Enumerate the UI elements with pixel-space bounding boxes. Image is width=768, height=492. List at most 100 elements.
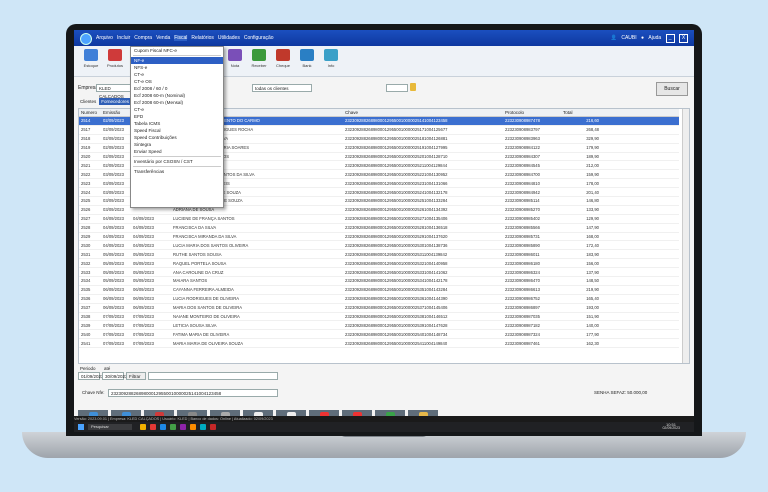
dropdown-item-0[interactable]: Cupom Fiscal NFC-e xyxy=(131,47,223,54)
dropdown-item-7[interactable]: Ecf 2008 60-m (Mensal) xyxy=(131,99,223,106)
table-row[interactable]: 2527 04/09/2023 04/09/2023 LUCIENE DE FRANÇ… xyxy=(79,214,679,224)
dropdown-item-10[interactable]: Tabela ICMS xyxy=(131,120,223,127)
table-row[interactable]: 2540 07/09/2023 07/09/2023 FATIMA MARIA DE … xyxy=(79,329,679,340)
taskbar-app-icon[interactable] xyxy=(200,424,206,430)
toolbar-button-6[interactable]: Nota xyxy=(224,49,246,68)
period-from-field[interactable]: 01/09/2023 xyxy=(78,372,104,380)
col-header-total[interactable]: Total xyxy=(561,109,601,117)
taskbar-app-icon[interactable] xyxy=(210,424,216,430)
dropdown-item-12[interactable]: Speed Contribuições xyxy=(131,134,223,141)
table-row[interactable]: 2534 05/09/2023 05/09/2023 MAIARA SANTOS 232… xyxy=(79,276,679,286)
table-row[interactable]: 2537 06/09/2023 06/09/2023 MARIA DOS SANTOS… xyxy=(79,303,679,313)
chave-right-text: SENHA SEFAZ: 50.000,00 xyxy=(594,390,648,395)
toolbar-button-1[interactable]: Produtos xyxy=(104,49,126,68)
toolbar-icon xyxy=(324,49,338,61)
empresa-field[interactable]: KLED CALÇADOS xyxy=(96,84,132,99)
dropdown-item-3[interactable]: CT-e xyxy=(131,71,223,78)
menu-item-4[interactable]: Fiscal xyxy=(174,35,188,41)
windows-start-icon[interactable] xyxy=(78,424,84,430)
dropdown-item-6[interactable]: Ecf 2008 60-m (Nominal) xyxy=(131,92,223,99)
cell-prot: 223230908987478 xyxy=(503,116,561,126)
col-header-numero[interactable]: Numero xyxy=(79,109,101,117)
user-name[interactable]: CAUBI xyxy=(621,35,636,41)
menu-item-7[interactable]: Configuração xyxy=(244,35,274,41)
cell-spacer xyxy=(601,187,679,198)
grid-scrollbar[interactable] xyxy=(682,109,689,363)
dropdown-item-1[interactable]: NF-e xyxy=(131,57,223,64)
menu-item-3[interactable]: Venda xyxy=(156,35,170,41)
chave-field[interactable]: 2323092882689800012955001000002514100412… xyxy=(108,389,278,397)
period-filter-button[interactable]: Filtrar xyxy=(126,372,146,380)
toolbar-button-10[interactable]: Info xyxy=(320,49,342,68)
taskbar-search-input[interactable]: Pesquisar xyxy=(88,424,132,430)
dropdown-separator xyxy=(133,156,221,157)
toolbar-label: Estoque xyxy=(83,63,99,68)
cell-prot: 223230908986011 xyxy=(503,249,561,260)
menu-item-5[interactable]: Relatórios xyxy=(191,35,214,41)
dropdown-item-14[interactable]: Enviar Speed xyxy=(131,148,223,155)
dropdown-item-16[interactable]: Transferências xyxy=(131,168,223,175)
dropdown-item-5[interactable]: Ecf 2008 / 60 / 0 xyxy=(131,85,223,92)
taskbar-app-icon[interactable] xyxy=(170,424,176,430)
col-header-emissao[interactable]: Emissão xyxy=(101,109,131,117)
table-row[interactable]: 2528 04/09/2023 04/09/2023 FRANCISCA DA SIL… xyxy=(79,223,679,233)
table-row[interactable]: 2533 05/09/2023 05/09/2023 ANA CAROLINE DA … xyxy=(79,267,679,278)
taskbar-app-icon[interactable] xyxy=(160,424,166,430)
cell-chave: 2323092882689800012955001000002536100414… xyxy=(343,294,503,304)
taskbar-app-icon[interactable] xyxy=(180,424,186,430)
taskbar-app-icon[interactable] xyxy=(150,424,156,430)
cell-chave: 2323092882689800012955001000002521100412… xyxy=(343,160,503,171)
help-label[interactable]: Ajuda xyxy=(648,35,661,41)
search-input[interactable] xyxy=(386,84,408,92)
table-row[interactable]: 2529 04/09/2023 04/09/2023 FRANCISCA MIRAND… xyxy=(79,232,679,242)
period-to-field[interactable]: 30/09/2023 xyxy=(102,372,128,380)
table-row[interactable]: 2539 07/09/2023 07/09/2023 LETICIA SOUSA SI… xyxy=(79,320,679,331)
cell-num: 2522 xyxy=(79,169,101,180)
tab-1[interactable]: Fornecedores xyxy=(99,98,132,105)
toolbar-label: Produtos xyxy=(106,63,123,68)
cell-emi2: 06/09/2023 xyxy=(131,294,171,304)
menu-item-2[interactable]: Compra xyxy=(134,35,152,41)
period-extra-field[interactable] xyxy=(148,372,278,380)
toolbar-label: Nota xyxy=(230,63,240,68)
app-screen: Arquivo Incluir Compra Venda Fiscal Relatório… xyxy=(74,30,694,432)
taskbar-app-icon[interactable] xyxy=(140,424,146,430)
toolbar-button-9[interactable]: Bank xyxy=(296,49,318,68)
dropdown-item-4[interactable]: CT-e OS xyxy=(131,78,223,85)
col-header-protocolo[interactable]: Protocolo xyxy=(503,109,561,117)
dropdown-item-15[interactable]: Inventário por CSOSN / CST xyxy=(131,158,223,165)
cell-total: 147,90 xyxy=(561,223,601,233)
dropdown-item-13[interactable]: Sintegra xyxy=(131,141,223,148)
status-select[interactable]: todas os clientes xyxy=(252,84,312,92)
cell-emi: 05/09/2023 xyxy=(101,267,131,278)
dropdown-item-11[interactable]: Speed Fiscal xyxy=(131,127,223,134)
taskbar-app-icon[interactable] xyxy=(190,424,196,430)
table-row[interactable]: 2538 07/09/2023 07/09/2023 NAIANE MONTEIRO … xyxy=(79,312,679,322)
close-button[interactable]: X xyxy=(679,34,688,43)
cell-emi: 06/09/2023 xyxy=(101,294,131,304)
dropdown-item-9[interactable]: EFD xyxy=(131,113,223,120)
menu-item-0[interactable]: Arquivo xyxy=(96,35,113,41)
dropdown-item-8[interactable]: CT-e xyxy=(131,106,223,113)
menu-item-6[interactable]: Utilidades xyxy=(218,35,240,41)
table-row[interactable]: 2541 07/09/2023 07/09/2023 MARIA MARIA DE O… xyxy=(79,338,679,349)
menu-item-1[interactable]: Incluir xyxy=(117,35,130,41)
search-icon[interactable] xyxy=(410,83,416,91)
chave-label: Chave Nfe: xyxy=(82,390,105,395)
toolbar-button-0[interactable]: Estoque xyxy=(80,49,102,68)
cell-total: 189,90 xyxy=(561,152,601,162)
table-row[interactable]: 2536 06/09/2023 06/09/2023 LUCIA RODRIGUES … xyxy=(79,294,679,304)
table-row[interactable]: 2531 05/09/2023 05/09/2023 RUTHE SANTOS SOU… xyxy=(79,249,679,260)
table-row[interactable]: 2530 04/09/2023 04/09/2023 LUCIA MARIA DOS … xyxy=(79,240,679,251)
minimize-button[interactable]: _ xyxy=(665,34,675,43)
toolbar-button-8[interactable]: Cheque xyxy=(272,49,294,68)
tab-0[interactable]: Clientes xyxy=(78,98,98,105)
toolbar-button-7[interactable]: Receber xyxy=(248,49,270,68)
dropdown-item-2[interactable]: NFS-e xyxy=(131,64,223,71)
table-row[interactable]: 2535 06/09/2023 06/09/2023 CAYANNA FERREIRA… xyxy=(79,285,679,295)
cell-chave: 2323092882689800012955001000002541100414… xyxy=(343,338,503,349)
search-button[interactable]: Buscar xyxy=(656,82,688,96)
cell-spacer xyxy=(601,240,679,251)
table-row[interactable]: 2532 05/09/2023 05/09/2023 RAQUEL PORTELA S… xyxy=(79,258,679,269)
col-header-chave[interactable]: Chave xyxy=(343,109,503,117)
